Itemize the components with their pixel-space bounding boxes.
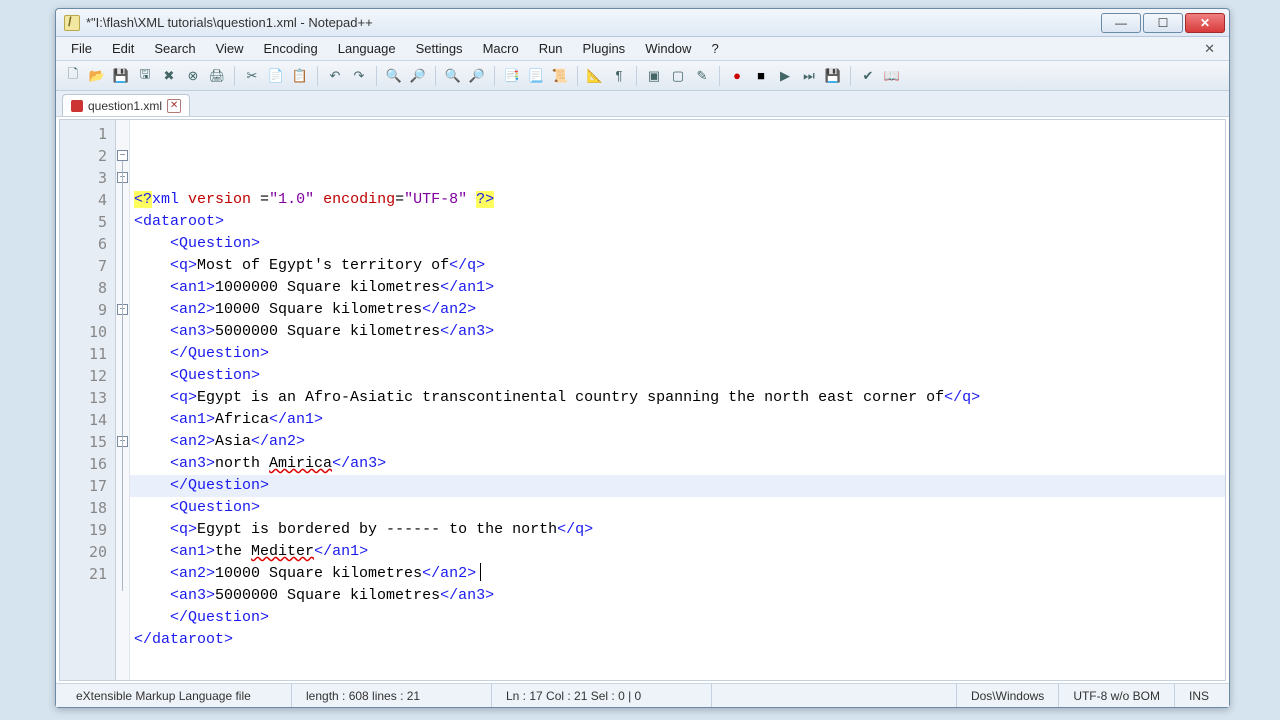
fold-icon[interactable]: ▣ bbox=[643, 65, 665, 87]
code-area[interactable]: <?xml version ="1.0" encoding="UTF-8" ?>… bbox=[130, 120, 1225, 680]
code-line[interactable]: <Question> bbox=[134, 233, 1221, 255]
titlebar[interactable]: *"I:\flash\XML tutorials\question1.xml -… bbox=[56, 9, 1229, 37]
highlight-icon[interactable]: ✎ bbox=[691, 65, 713, 87]
code-line[interactable]: <q>Egypt is an Afro-Asiatic transcontine… bbox=[134, 387, 1221, 409]
code-line[interactable]: <an3>north Amirica</an3> bbox=[134, 453, 1221, 475]
statusbar: eXtensible Markup Language file length :… bbox=[56, 683, 1229, 707]
book-icon[interactable]: 📖 bbox=[881, 65, 903, 87]
tabbar: question1.xml ✕ bbox=[56, 91, 1229, 117]
status-length: length : 608 lines : 21 bbox=[292, 684, 492, 707]
code-line[interactable]: <an2>Asia</an2> bbox=[134, 431, 1221, 453]
code-line[interactable]: <q>Most of Egypt's territory of</q> bbox=[134, 255, 1221, 277]
menu-window[interactable]: Window bbox=[636, 39, 700, 58]
code-line[interactable]: <an3>5000000 Square kilometres</an3> bbox=[134, 585, 1221, 607]
menu-run[interactable]: Run bbox=[530, 39, 572, 58]
window-title: *"I:\flash\XML tutorials\question1.xml -… bbox=[86, 15, 1101, 30]
code-line[interactable]: <an2>10000 Square kilometres</an2> bbox=[134, 563, 1221, 585]
status-eol: Dos\Windows bbox=[957, 684, 1059, 707]
code-line[interactable]: <?xml version ="1.0" encoding="UTF-8" ?> bbox=[134, 189, 1221, 211]
save-all-icon[interactable]: 🖫 bbox=[134, 65, 156, 87]
menu-view[interactable]: View bbox=[207, 39, 253, 58]
code-line[interactable]: <Question> bbox=[134, 365, 1221, 387]
code-line[interactable]: </Question> bbox=[134, 607, 1221, 629]
file-tab[interactable]: question1.xml ✕ bbox=[62, 94, 190, 116]
close-all-icon[interactable]: ⊗ bbox=[182, 65, 204, 87]
undo-icon[interactable]: ↶ bbox=[324, 65, 346, 87]
tab-label: question1.xml bbox=[88, 99, 162, 113]
close-button[interactable]: ✕ bbox=[1185, 13, 1225, 33]
code-line[interactable]: <an2>10000 Square kilometres</an2> bbox=[134, 299, 1221, 321]
menu-encoding[interactable]: Encoding bbox=[255, 39, 327, 58]
cut-icon[interactable]: ✂ bbox=[241, 65, 263, 87]
ww2-icon[interactable]: 📃 bbox=[525, 65, 547, 87]
spell-icon[interactable]: ✔ bbox=[857, 65, 879, 87]
redo-icon[interactable]: ↷ bbox=[348, 65, 370, 87]
toolbar: 🗋📂💾🖫✖⊗🖨✂📄📋↶↷🔍🔎🔍🔎📑📃📜📐¶▣▢✎●■▶⏭💾✔📖 bbox=[56, 61, 1229, 91]
indent-icon[interactable]: ¶ bbox=[608, 65, 630, 87]
menubar-close-icon[interactable]: ✕ bbox=[1196, 39, 1223, 59]
paste-icon[interactable]: 📋 bbox=[289, 65, 311, 87]
code-line[interactable]: <dataroot> bbox=[134, 211, 1221, 233]
code-line[interactable]: <q>Egypt is bordered by ------ to the no… bbox=[134, 519, 1221, 541]
ww3-icon[interactable]: 📜 bbox=[549, 65, 571, 87]
close-icon[interactable]: ✖ bbox=[158, 65, 180, 87]
new-icon[interactable]: 🗋 bbox=[62, 65, 84, 87]
ww1-icon[interactable]: 📑 bbox=[501, 65, 523, 87]
code-line[interactable]: </Question> bbox=[134, 475, 1221, 497]
code-line[interactable]: <an3>5000000 Square kilometres</an3> bbox=[134, 321, 1221, 343]
code-line[interactable]: <an1>the Mediter</an1> bbox=[134, 541, 1221, 563]
window-buttons: — ☐ ✕ bbox=[1101, 13, 1225, 33]
zoom-in-icon[interactable]: 🔍 bbox=[442, 65, 464, 87]
copy-icon[interactable]: 📄 bbox=[265, 65, 287, 87]
rec-icon[interactable]: ● bbox=[726, 65, 748, 87]
guide-icon[interactable]: 📐 bbox=[584, 65, 606, 87]
code-line[interactable]: <an1>1000000 Square kilometres</an1> bbox=[134, 277, 1221, 299]
code-line[interactable]: </Question> bbox=[134, 343, 1221, 365]
print-icon[interactable]: 🖨 bbox=[206, 65, 228, 87]
status-mode: INS bbox=[1175, 684, 1223, 707]
menu-macro[interactable]: Macro bbox=[474, 39, 528, 58]
status-filetype: eXtensible Markup Language file bbox=[62, 684, 292, 707]
save-icon[interactable]: 💾 bbox=[110, 65, 132, 87]
find-icon[interactable]: 🔍 bbox=[383, 65, 405, 87]
menu-edit[interactable]: Edit bbox=[103, 39, 143, 58]
code-line[interactable]: <an1>Africa</an1> bbox=[134, 409, 1221, 431]
replace-icon[interactable]: 🔎 bbox=[407, 65, 429, 87]
maximize-button[interactable]: ☐ bbox=[1143, 13, 1183, 33]
menu-file[interactable]: File bbox=[62, 39, 101, 58]
menu-search[interactable]: Search bbox=[145, 39, 204, 58]
menu-language[interactable]: Language bbox=[329, 39, 405, 58]
code-line[interactable]: <Question> bbox=[134, 497, 1221, 519]
open-icon[interactable]: 📂 bbox=[86, 65, 108, 87]
menubar: FileEditSearchViewEncodingLanguageSettin… bbox=[56, 37, 1229, 61]
app-icon bbox=[64, 15, 80, 31]
fold-column: −−−− bbox=[116, 120, 130, 680]
play-icon[interactable]: ▶ bbox=[774, 65, 796, 87]
play2-icon[interactable]: ⏭ bbox=[798, 65, 820, 87]
line-gutter: 123456789101112131415161718192021 bbox=[60, 120, 116, 680]
app-window: *"I:\flash\XML tutorials\question1.xml -… bbox=[55, 8, 1230, 708]
menu-help[interactable]: ? bbox=[702, 39, 727, 58]
save-macro-icon[interactable]: 💾 bbox=[822, 65, 844, 87]
stop-icon[interactable]: ■ bbox=[750, 65, 772, 87]
unsaved-indicator-icon bbox=[71, 100, 83, 112]
editor: 123456789101112131415161718192021 −−−− <… bbox=[59, 119, 1226, 681]
fold-toggle-icon[interactable]: − bbox=[117, 150, 128, 161]
minimize-button[interactable]: — bbox=[1101, 13, 1141, 33]
menu-settings[interactable]: Settings bbox=[407, 39, 472, 58]
zoom-out-icon[interactable]: 🔎 bbox=[466, 65, 488, 87]
code-line[interactable]: </dataroot> bbox=[134, 629, 1221, 651]
menu-plugins[interactable]: Plugins bbox=[574, 39, 635, 58]
tab-close-icon[interactable]: ✕ bbox=[167, 99, 181, 113]
status-position: Ln : 17 Col : 21 Sel : 0 | 0 bbox=[492, 684, 712, 707]
status-encoding: UTF-8 w/o BOM bbox=[1059, 684, 1175, 707]
unfold-icon[interactable]: ▢ bbox=[667, 65, 689, 87]
